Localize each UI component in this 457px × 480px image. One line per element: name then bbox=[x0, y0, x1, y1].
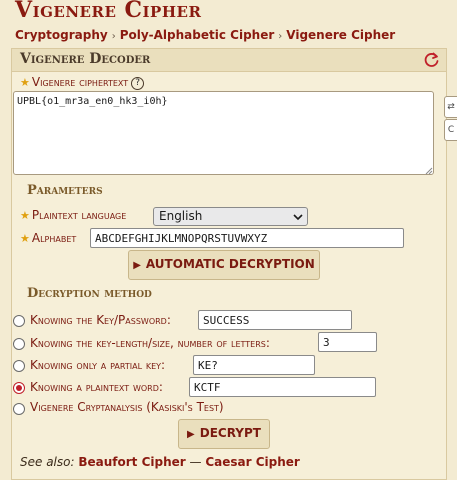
alphabet-input[interactable] bbox=[90, 228, 404, 248]
ciphertext-label: ★ Vigenere ciphertext? bbox=[20, 75, 145, 90]
language-select-value: English bbox=[159, 209, 203, 223]
partial-key-input[interactable] bbox=[193, 355, 315, 375]
see-also-separator: — bbox=[189, 455, 202, 469]
required-star-icon: ★ bbox=[20, 209, 30, 222]
decryption-method-heading: Decryption method bbox=[27, 286, 152, 301]
radio-label-kasiski: Vigenere Cryptanalysis (Kasiski's Test) bbox=[30, 400, 224, 414]
refresh-icon[interactable] bbox=[424, 52, 440, 68]
help-icon[interactable]: ? bbox=[131, 77, 145, 90]
alphabet-label: ★ Alphabet bbox=[20, 231, 77, 245]
automatic-decryption-button[interactable]: ▶ AUTOMATIC DECRYPTION bbox=[128, 250, 320, 280]
play-icon: ▶ bbox=[187, 429, 195, 440]
plaintext-word-input[interactable] bbox=[189, 377, 376, 397]
breadcrumb-separator: › bbox=[111, 31, 116, 42]
decrypt-button[interactable]: ▶ DECRYPT bbox=[178, 419, 270, 449]
required-star-icon: ★ bbox=[20, 232, 30, 245]
breadcrumb: Cryptography › Poly-Alphabetic Cipher › Vige… bbox=[15, 28, 395, 42]
ciphertext-textarea[interactable]: UPBL{o1_mr3a_en0_hk3_i0h} bbox=[13, 91, 434, 175]
panel-title: Vigenere Decoder bbox=[20, 51, 151, 67]
required-star-icon: ★ bbox=[20, 76, 30, 89]
breadcrumb-separator: › bbox=[278, 31, 283, 42]
side-tab-swap[interactable]: ⇄ bbox=[444, 96, 457, 118]
link-beaufort-cipher[interactable]: Beaufort Cipher bbox=[78, 455, 185, 469]
breadcrumb-link-vigenere[interactable]: Vigenere Cipher bbox=[286, 28, 395, 42]
radio-label-key-length: Knowing the key-length/size, number of l… bbox=[30, 336, 270, 350]
panel-header: Vigenere Decoder bbox=[12, 49, 446, 72]
chevron-down-icon bbox=[293, 214, 303, 221]
link-caesar-cipher[interactable]: Caesar Cipher bbox=[205, 455, 300, 469]
key-length-input[interactable] bbox=[318, 332, 377, 352]
radio-label-plaintext-word: Knowing a plaintext word: bbox=[30, 380, 163, 394]
see-also-label: See also: bbox=[20, 455, 75, 469]
radio-plaintext-word[interactable] bbox=[13, 382, 25, 394]
radio-label-known-key: Knowing the Key/Password: bbox=[30, 313, 171, 327]
parameters-heading: Parameters bbox=[27, 183, 103, 198]
play-icon: ▶ bbox=[133, 260, 141, 271]
resize-grip-icon[interactable] bbox=[424, 166, 433, 175]
radio-key-length[interactable] bbox=[13, 338, 25, 350]
see-also: See also: Beaufort Cipher — Caesar Ciphe… bbox=[20, 455, 300, 469]
breadcrumb-link-poly-alphabetic[interactable]: Poly-Alphabetic Cipher bbox=[120, 28, 275, 42]
side-tab-copy[interactable]: C bbox=[444, 119, 457, 141]
language-select[interactable]: English bbox=[153, 207, 308, 226]
key-input[interactable] bbox=[198, 310, 352, 330]
radio-known-key[interactable] bbox=[13, 315, 25, 327]
radio-label-partial-key: Knowing only a partial key: bbox=[30, 358, 166, 372]
radio-partial-key[interactable] bbox=[13, 360, 25, 372]
breadcrumb-link-cryptography[interactable]: Cryptography bbox=[15, 28, 108, 42]
page-title: Vigenere Cipher bbox=[15, 0, 202, 23]
radio-kasiski[interactable] bbox=[13, 403, 25, 415]
language-label: ★ Plaintext language bbox=[20, 208, 127, 222]
